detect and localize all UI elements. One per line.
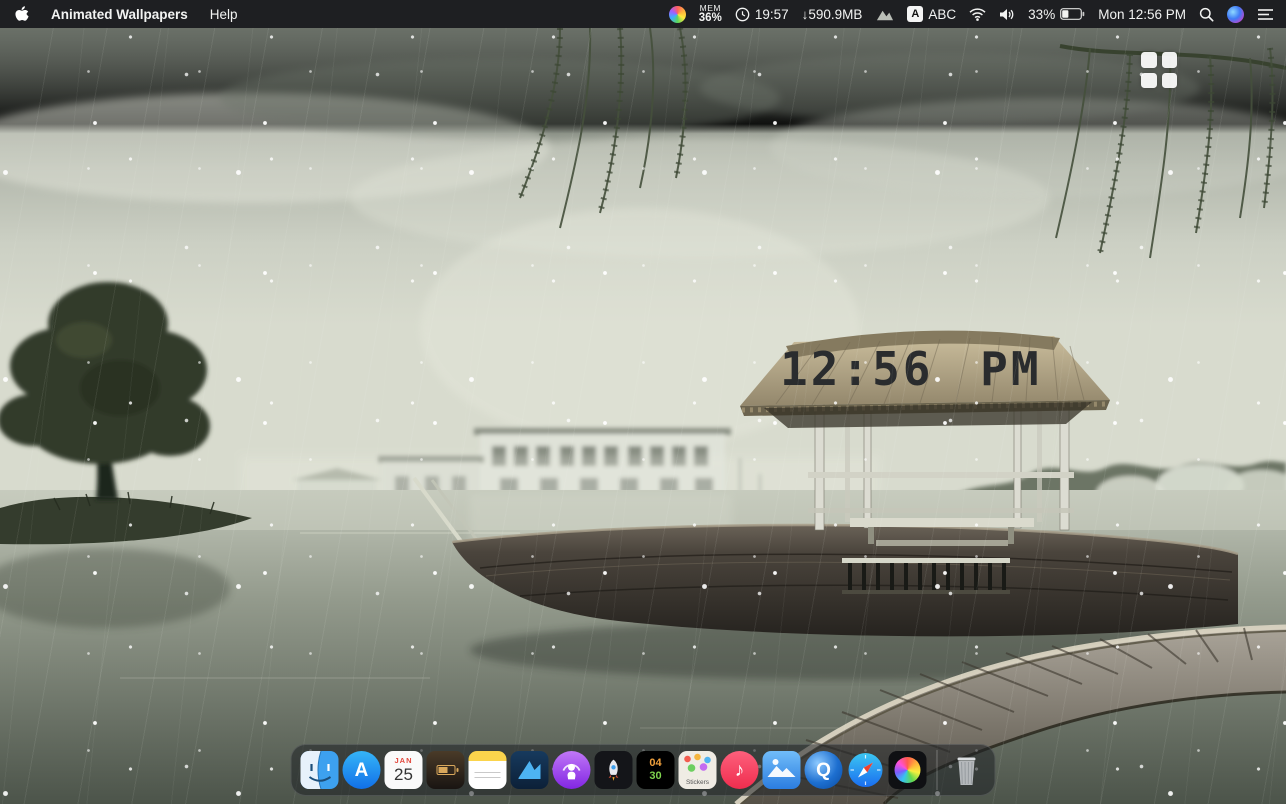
dock-finder-icon[interactable] xyxy=(301,751,339,789)
finder-face-icon xyxy=(301,751,339,789)
apple-menu[interactable] xyxy=(14,6,29,23)
menu-help[interactable]: Help xyxy=(210,7,238,22)
wallpaper-scene xyxy=(0,28,1286,804)
battery-icon xyxy=(1060,8,1085,20)
wallpaper-gem-menu-icon[interactable] xyxy=(669,6,686,23)
battery-status[interactable]: 33% xyxy=(1028,7,1085,22)
notification-center-menu[interactable] xyxy=(1257,8,1274,21)
dock-quicktime-icon[interactable]: Q xyxy=(805,751,843,789)
apple-logo-icon xyxy=(14,6,29,23)
dock-podcasts-icon[interactable] xyxy=(553,751,591,789)
list-lines-icon xyxy=(1257,8,1274,21)
menu-clock[interactable]: Mon 12:56 PM xyxy=(1098,7,1186,22)
memory-status[interactable]: MEM 36% xyxy=(699,4,722,24)
siri-icon xyxy=(1227,6,1244,23)
countdown-top-label: 04 xyxy=(649,758,661,769)
network-download-status[interactable]: ↓590.9MB xyxy=(802,7,863,22)
dock-photo-app-icon[interactable] xyxy=(763,751,801,789)
photo-landscape-icon xyxy=(763,751,801,789)
menu-bar-status-area: MEM 36% 19:57 ↓590.9MB A ABC xyxy=(669,4,1286,24)
trash-basket-icon xyxy=(948,751,986,789)
dock-music-icon[interactable]: ♪ xyxy=(721,751,759,789)
input-source-menu[interactable]: A ABC xyxy=(907,6,956,22)
input-letter-icon: A xyxy=(907,6,923,22)
menu-bar: Animated Wallpapers Help MEM 36% 19:57 ↓… xyxy=(0,0,1286,28)
dock: A JAN 25 04 30 Stickers ♪ xyxy=(291,744,996,796)
mountain-menu-icon[interactable] xyxy=(875,7,894,22)
spotlight-menu[interactable] xyxy=(1199,7,1214,22)
grid-square xyxy=(1141,52,1157,68)
stickers-label: Stickers xyxy=(686,779,709,786)
dock-notes-icon[interactable] xyxy=(469,751,507,789)
dock-countdown-app-icon[interactable]: 04 30 xyxy=(637,751,675,789)
music-note-glyph: ♪ xyxy=(735,761,745,780)
clock-icon xyxy=(735,7,750,22)
countdown-bottom-label: 30 xyxy=(649,771,661,782)
desktop-wallpaper: 12:56 PM xyxy=(0,28,1286,804)
dock-animated-wallpapers-icon[interactable] xyxy=(889,751,927,789)
battery-glyph-icon xyxy=(436,765,455,775)
dock-safari-icon[interactable] xyxy=(847,751,885,789)
app-menu-title[interactable]: Animated Wallpapers xyxy=(51,7,188,22)
dock-battery-app-icon[interactable] xyxy=(427,751,465,789)
volume-icon xyxy=(999,8,1015,21)
grid-square xyxy=(1141,73,1157,89)
rocket-icon xyxy=(602,758,626,782)
dock-calendar-icon[interactable]: JAN 25 xyxy=(385,751,423,789)
mem-value: 36% xyxy=(699,13,722,25)
app-store-glyph: A xyxy=(355,761,369,780)
dock-app-store-icon[interactable]: A xyxy=(343,751,381,789)
blue-peaks-icon xyxy=(511,751,549,789)
calendar-month-label: JAN xyxy=(394,756,412,765)
volume-menu[interactable] xyxy=(999,8,1015,21)
dock-rocket-app-icon[interactable] xyxy=(595,751,633,789)
battery-percent: 33% xyxy=(1028,7,1055,22)
dock-separator xyxy=(937,750,938,790)
input-layout-label: ABC xyxy=(928,7,956,22)
menu-bar-left: Animated Wallpapers Help xyxy=(0,6,238,23)
calendar-day-label: 25 xyxy=(394,765,413,785)
uptime-status[interactable]: 19:57 xyxy=(735,7,789,22)
gem-icon xyxy=(669,6,686,23)
uptime-value: 19:57 xyxy=(755,7,789,22)
siri-menu[interactable] xyxy=(1227,6,1244,23)
download-value: ↓590.9MB xyxy=(802,7,863,22)
safari-compass-icon xyxy=(847,751,885,789)
quicktime-q-glyph: Q xyxy=(816,761,831,780)
dock-dark-blue-app-icon[interactable] xyxy=(511,751,549,789)
grid-square xyxy=(1162,73,1178,89)
pinwheel-icon xyxy=(895,757,921,783)
search-icon xyxy=(1199,7,1214,22)
wifi-menu[interactable] xyxy=(969,8,986,21)
app-grid-button[interactable] xyxy=(1141,52,1177,88)
grid-square xyxy=(1162,52,1178,68)
dock-trash-icon[interactable] xyxy=(948,751,986,789)
wallpaper-clock-overlay: 12:56 PM xyxy=(780,342,1042,396)
wifi-icon xyxy=(969,8,986,21)
podcasts-person-icon xyxy=(559,757,585,783)
dock-stickers-icon[interactable]: Stickers xyxy=(679,751,717,789)
mountain-icon xyxy=(875,7,894,22)
